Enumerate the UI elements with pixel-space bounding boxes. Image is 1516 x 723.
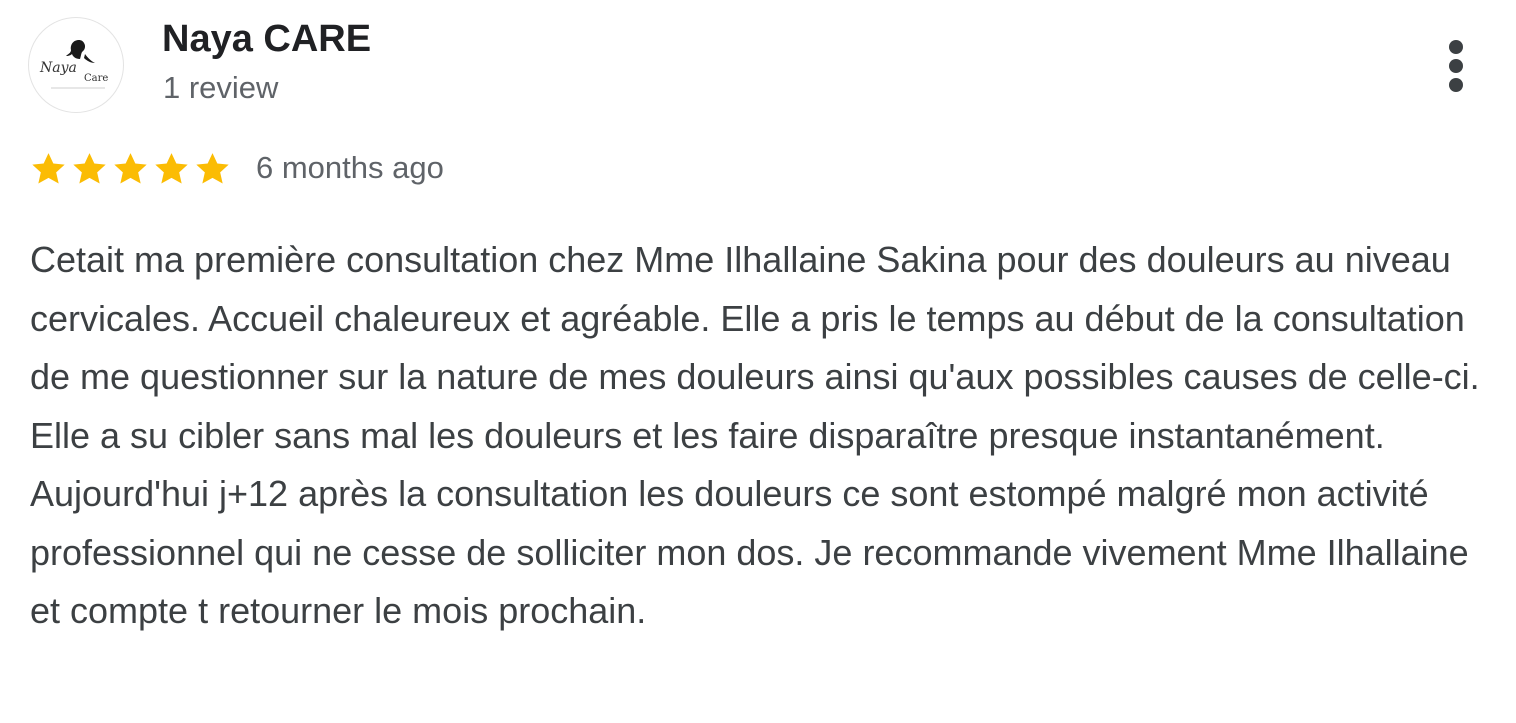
logo-sub-text: Care	[84, 73, 108, 84]
star-icon	[196, 153, 229, 184]
more-options-button[interactable]	[1436, 36, 1476, 96]
reviewer-name[interactable]: Naya CARE	[162, 16, 371, 62]
star-icon	[73, 153, 106, 184]
review-timestamp: 6 months ago	[256, 150, 444, 185]
star-icon	[114, 153, 147, 184]
reviewer-avatar[interactable]: Naya Care	[28, 17, 124, 113]
more-vert-dot	[1449, 59, 1463, 73]
more-vert-dot	[1449, 78, 1463, 92]
star-icon	[155, 153, 188, 184]
star-icon	[32, 153, 65, 184]
review-text: Cetait ma première consultation chez Mme…	[30, 239, 1480, 631]
review-count: 1 review	[163, 70, 279, 105]
more-vert-icon	[1449, 40, 1463, 54]
star-rating	[28, 149, 233, 189]
logo-script-text: Naya	[39, 60, 77, 76]
naya-care-logo-icon: Naya Care	[39, 40, 108, 89]
